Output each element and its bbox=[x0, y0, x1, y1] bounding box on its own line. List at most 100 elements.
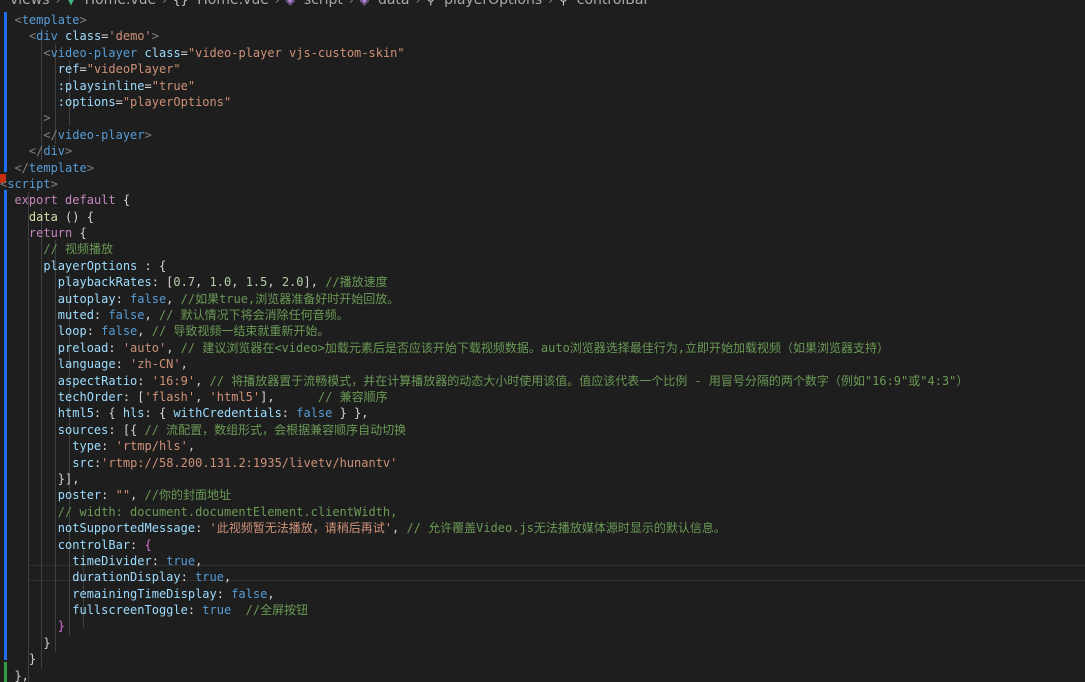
code-token: , bbox=[195, 553, 203, 568]
code-line[interactable]: // width: document.documentElement.clien… bbox=[0, 504, 968, 520]
code-line[interactable]: </template> bbox=[0, 160, 968, 176]
breadcrumb-item-script[interactable]: script bbox=[304, 0, 343, 8]
code-line[interactable]: durationDisplay: true, bbox=[0, 569, 968, 585]
wrench-icon: ⚲ bbox=[558, 0, 568, 7]
code-token: : [{ bbox=[108, 422, 145, 437]
code-line[interactable]: :options="playerOptions" bbox=[0, 94, 968, 110]
code-token: // 导致视频一结束就重新开始。 bbox=[151, 324, 330, 339]
code-token: , bbox=[223, 570, 232, 585]
code-token: true bbox=[202, 603, 232, 618]
code-line[interactable]: poster: "", //你的封面地址 bbox=[0, 487, 968, 503]
breadcrumb-item-controlbar[interactable]: controlBar bbox=[577, 0, 649, 8]
code-token: autoplay bbox=[57, 291, 116, 306]
braces-icon: {} bbox=[172, 0, 189, 7]
code-line[interactable]: data () { bbox=[0, 209, 968, 225]
code-line[interactable]: autoplay: false, //如果true,浏览器准备好时开始回放。 bbox=[0, 291, 968, 307]
code-line[interactable]: <div class='demo'> bbox=[0, 28, 968, 44]
code-line[interactable]: }, bbox=[0, 668, 968, 682]
code-line[interactable]: language: 'zh-CN', bbox=[0, 356, 968, 372]
code-token: = bbox=[180, 45, 188, 60]
code-line[interactable]: html5: { hls: { withCredentials: false }… bbox=[0, 405, 968, 421]
code-token: 1.5 bbox=[245, 275, 268, 290]
code-token: playbackRates bbox=[57, 275, 152, 290]
code-token: src bbox=[72, 455, 94, 470]
code-line[interactable]: playerOptions : { bbox=[0, 258, 968, 274]
code-token: > bbox=[86, 160, 94, 175]
code-token: > bbox=[79, 13, 87, 27]
code-line[interactable]: controlBar: { bbox=[0, 537, 968, 553]
code-line[interactable]: techOrder: ['flash', 'html5'], // 兼容顺序 bbox=[0, 389, 968, 405]
code-token: : bbox=[93, 308, 109, 323]
code-line[interactable]: playbackRates: [0.7, 1.0, 1.5, 2.0], //播… bbox=[0, 274, 968, 290]
code-line[interactable]: notSupportedMessage: '此视频暂无法播放，请稍后再试', /… bbox=[0, 520, 968, 536]
code-token: div bbox=[43, 144, 66, 159]
code-editor[interactable]: views › ▼ Home.vue › {} Home.vue › ◈ scr… bbox=[0, 0, 1085, 682]
code-line[interactable]: type: 'rtmp/hls', bbox=[0, 438, 968, 454]
code-token: template bbox=[21, 13, 80, 27]
code-token: : { bbox=[93, 406, 123, 421]
code-line[interactable]: muted: false, // 默认情况下将会消除任何音频。 bbox=[0, 307, 968, 323]
module-icon: ◈ bbox=[285, 0, 295, 7]
code-line[interactable]: </video-player> bbox=[0, 127, 968, 143]
code-line[interactable]: timeDivider: true, bbox=[0, 553, 968, 569]
code-token: 'rtmp://58.200.131.2:1935/livetv/hunantv… bbox=[101, 455, 398, 470]
code-line[interactable]: } bbox=[0, 618, 968, 634]
code-line[interactable]: sources: [{ // 流配置，数组形式，会根据兼容顺序自动切换 bbox=[0, 422, 968, 438]
code-line[interactable]: loop: false, // 导致视频一结束就重新开始。 bbox=[0, 323, 968, 339]
code-line[interactable]: > bbox=[0, 110, 968, 126]
code-token: language bbox=[57, 357, 116, 372]
code-token: { bbox=[72, 226, 87, 241]
code-line[interactable]: <template> bbox=[0, 12, 968, 28]
code-token: = bbox=[79, 62, 87, 77]
code-token: '此视频暂无法播放，请稍后再试' bbox=[209, 521, 392, 536]
code-token: // width: document.documentElement.clien… bbox=[57, 504, 398, 519]
code-token: () { bbox=[57, 209, 94, 224]
code-line[interactable]: }], bbox=[0, 471, 968, 487]
code-token: script bbox=[7, 176, 51, 191]
code-token: //如果true,浏览器准备好时开始回放。 bbox=[180, 291, 400, 306]
code-line[interactable]: } bbox=[0, 651, 968, 667]
code-line[interactable]: :playsinline="true" bbox=[0, 78, 968, 94]
breadcrumb-item-data[interactable]: data bbox=[378, 0, 410, 8]
code-line[interactable]: // 视频播放 bbox=[0, 241, 968, 257]
breadcrumb-item-views[interactable]: views bbox=[10, 0, 50, 8]
code-token: div bbox=[36, 29, 58, 44]
code-token: > bbox=[151, 29, 159, 44]
code-lines[interactable]: <template> <div class='demo'> <video-pla… bbox=[0, 12, 968, 682]
breadcrumb-item-file[interactable]: Home.vue bbox=[85, 0, 157, 8]
code-line[interactable]: preload: 'auto', // 建议浏览器在<video>加载元素后是否… bbox=[0, 340, 968, 356]
code-line[interactable]: remainingTimeDisplay: false, bbox=[0, 586, 968, 602]
code-token: 'demo' bbox=[108, 29, 152, 44]
code-token: , bbox=[180, 357, 188, 372]
code-token: : bbox=[101, 488, 116, 503]
code-line[interactable]: <video-player class="video-player vjs-cu… bbox=[0, 45, 968, 61]
breadcrumb-item-component[interactable]: Home.vue bbox=[197, 0, 269, 8]
code-token: withCredentials bbox=[173, 406, 282, 421]
code-token: > bbox=[0, 111, 51, 126]
code-line[interactable]: src:'rtmp://58.200.131.2:1935/livetv/hun… bbox=[0, 455, 968, 471]
code-line[interactable]: fullscreenToggle: true //全屏按钮 bbox=[0, 602, 968, 618]
code-line[interactable]: aspectRatio: '16:9', // 将播放器置于流畅模式，并在计算播… bbox=[0, 373, 969, 389]
code-line[interactable]: </div> bbox=[0, 143, 968, 159]
code-token: : bbox=[216, 586, 232, 601]
code-line[interactable]: export default { bbox=[0, 192, 968, 208]
breadcrumb-item-playeroptions[interactable]: playerOptions bbox=[444, 0, 542, 8]
code-token: : bbox=[86, 324, 102, 339]
code-line[interactable]: return { bbox=[0, 225, 968, 241]
code-line[interactable]: ref="videoPlayer" bbox=[0, 61, 968, 77]
code-token: // 允许覆盖Video.js无法播放媒体源时显示的默认信息。 bbox=[406, 521, 726, 536]
code-token: true bbox=[195, 570, 224, 585]
code-line[interactable]: } bbox=[0, 635, 968, 651]
code-line[interactable]: <script> bbox=[0, 176, 968, 192]
code-token: : bbox=[187, 603, 203, 618]
code-token: < bbox=[0, 13, 22, 27]
